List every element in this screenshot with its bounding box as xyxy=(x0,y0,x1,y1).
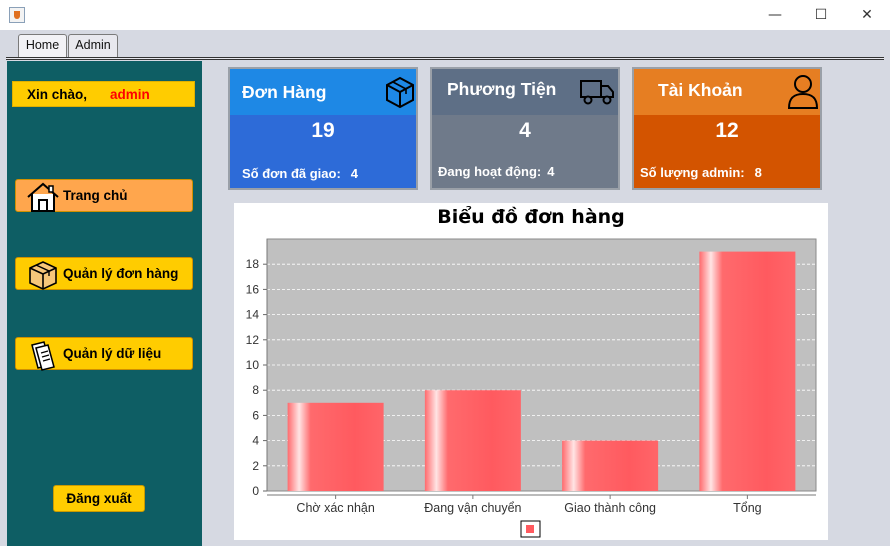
x-tick-label: Giao thành công xyxy=(564,501,656,515)
bar xyxy=(424,390,521,491)
x-tick-label: Tổng xyxy=(733,501,762,515)
package-icon xyxy=(386,76,414,109)
sidebar-item-label: Trang chủ xyxy=(63,188,128,203)
sidebar-item-data[interactable]: Quản lý dữ liệu xyxy=(15,337,193,371)
accounts-count: 12 xyxy=(715,119,739,142)
accounts-footer: Số lượng admin: 8 xyxy=(640,165,762,180)
greeting-label: Xin chào, xyxy=(27,87,88,102)
vehicles-count: 4 xyxy=(519,119,531,142)
y-tick-label: 8 xyxy=(252,383,259,397)
accounts-footer-value: 8 xyxy=(754,165,762,180)
orders-footer: Số đơn đã giao: 4 xyxy=(242,166,358,181)
y-tick-label: 10 xyxy=(246,358,260,372)
chart-title: Biểu đồ đơn hàng xyxy=(437,205,625,228)
accounts-card-title: Tài Khoản xyxy=(658,80,743,100)
legend-swatch xyxy=(526,525,534,533)
y-tick-label: 18 xyxy=(246,257,260,271)
vehicles-footer-label: Đang hoạt động: xyxy=(438,164,542,179)
accounts-card-body: 12 Số lượng admin: 8 xyxy=(634,115,820,188)
tab-divider xyxy=(6,57,884,60)
sidebar-item-orders[interactable]: Quản lý đơn hàng xyxy=(15,257,193,290)
x-tick-label: Chờ xác nhận xyxy=(296,501,374,515)
truck-icon xyxy=(580,80,614,105)
vehicles-card-title: Phương Tiện xyxy=(447,79,557,99)
bar xyxy=(699,251,796,491)
y-tick-label: 14 xyxy=(246,308,260,322)
close-button[interactable]: ✕ xyxy=(844,0,890,30)
package-icon xyxy=(29,261,57,290)
orders-footer-value: 4 xyxy=(350,166,359,181)
y-tick-label: 4 xyxy=(252,434,259,448)
maximize-button[interactable]: ☐ xyxy=(798,0,844,30)
accounts-footer-label: Số lượng admin: xyxy=(640,165,745,180)
vehicles-footer-value: 4 xyxy=(547,164,555,179)
vehicles-footer: Đang hoạt động: 4 xyxy=(438,164,555,179)
accounts-card: Tài Khoản 12 Số lượng admin: 8 xyxy=(632,67,822,190)
sidebar-item-home[interactable]: Trang chủ xyxy=(15,179,193,212)
orders-card-title: Đơn Hàng xyxy=(242,82,327,102)
bar xyxy=(287,402,384,491)
sidebar xyxy=(7,61,202,546)
y-tick-label: 6 xyxy=(252,408,259,422)
tab-admin[interactable]: Admin xyxy=(68,34,118,57)
orders-count: 19 xyxy=(311,119,335,142)
x-tick-label: Đang vận chuyển xyxy=(424,501,521,515)
sidebar-item-label: Quản lý dữ liệu xyxy=(63,346,162,361)
greeting-box: Xin chào, admin xyxy=(12,81,195,107)
orders-bar-chart: Biểu đồ đơn hàng 0 2 4 6 8 10 12 14 16 18 Chờ xác … xyxy=(246,205,817,538)
orders-footer-label: Số đơn đã giao: xyxy=(242,166,341,181)
orders-card-body: 19 Số đơn đã giao: 4 xyxy=(230,115,416,188)
window-titlebar: — ☐ ✕ xyxy=(0,0,890,30)
minimize-button[interactable]: — xyxy=(752,0,798,30)
orders-card: Đơn Hàng 19 Số đơn đã giao: 4 xyxy=(228,67,418,190)
java-app-icon xyxy=(9,7,25,23)
greeting-username: admin xyxy=(110,87,150,102)
orders-chart-panel: Biểu đồ đơn hàng 0 2 4 6 8 10 12 14 16 18 Chờ xác … xyxy=(234,203,828,540)
sidebar-item-label: Quản lý đơn hàng xyxy=(63,266,179,281)
vehicles-card-header: Phương Tiện xyxy=(432,69,618,115)
tab-home[interactable]: Home xyxy=(18,34,67,58)
home-icon xyxy=(27,182,59,212)
orders-card-header: Đơn Hàng xyxy=(230,69,416,115)
logout-button[interactable]: Đăng xuất xyxy=(53,485,145,512)
vehicles-card-body: 4 Đang hoạt động: 4 xyxy=(432,115,618,188)
y-tick-label: 0 xyxy=(252,484,259,498)
user-icon xyxy=(787,75,819,109)
vehicles-card: Phương Tiện 4 Đang hoạt động: 4 xyxy=(430,67,620,190)
y-tick-label: 2 xyxy=(252,459,259,473)
y-tick-label: 16 xyxy=(246,282,260,296)
documents-icon xyxy=(31,341,55,371)
accounts-card-header: Tài Khoản xyxy=(634,69,820,115)
bar xyxy=(562,440,659,491)
y-tick-label: 12 xyxy=(246,333,260,347)
